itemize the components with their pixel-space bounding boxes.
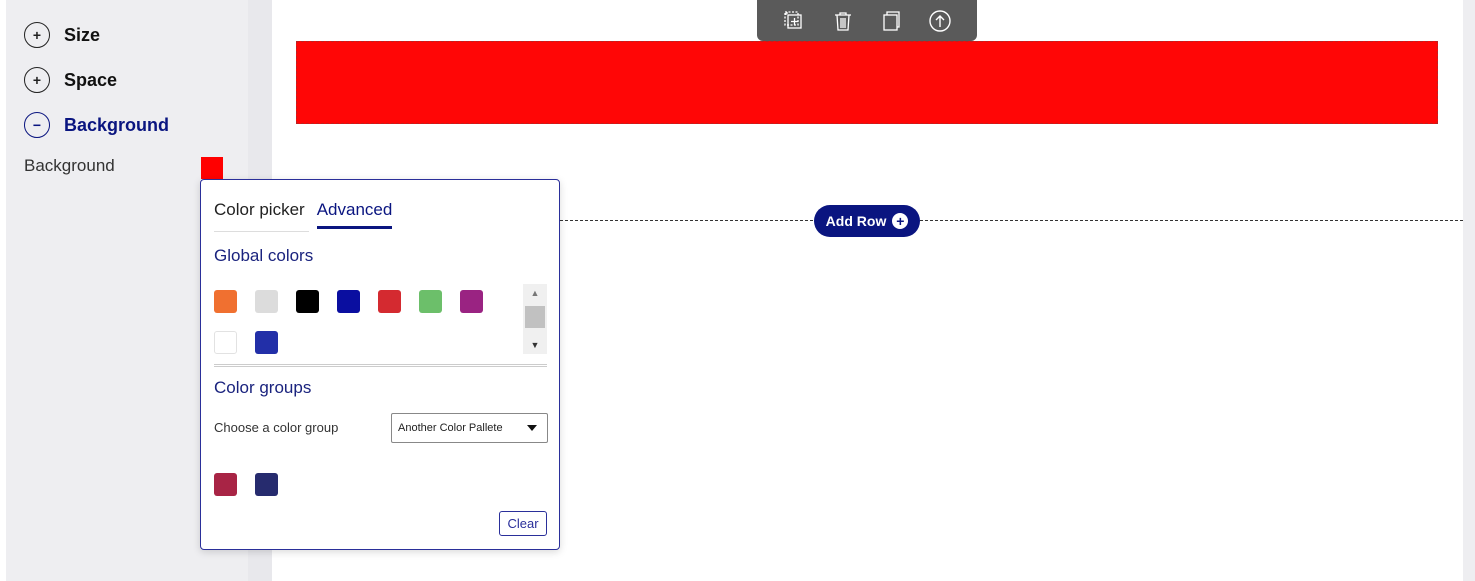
section-label: Space xyxy=(64,69,118,90)
section-divider xyxy=(214,364,547,367)
plus-circle-icon: + xyxy=(892,213,909,229)
scroll-thumb[interactable] xyxy=(525,306,545,328)
expand-icon: + xyxy=(24,67,50,93)
caret-down-icon xyxy=(527,425,537,431)
expand-icon: + xyxy=(24,22,50,48)
scroll-down-icon[interactable]: ▼ xyxy=(523,336,547,354)
duplicate-icon[interactable] xyxy=(876,6,906,36)
popup-tabs: Color picker Advanced xyxy=(214,200,393,229)
choose-group-label: Choose a color group xyxy=(214,420,339,435)
row-toolbar xyxy=(757,0,977,41)
section-label: Size xyxy=(64,24,101,45)
global-color-swatch[interactable] xyxy=(296,290,319,313)
selected-row[interactable] xyxy=(296,41,1438,124)
scroll-up-icon[interactable]: ▲ xyxy=(523,284,547,302)
group-colors-list xyxy=(214,473,278,496)
collapse-icon: − xyxy=(24,112,50,138)
global-color-swatch[interactable] xyxy=(337,290,360,313)
global-color-swatch[interactable] xyxy=(419,290,442,313)
tab-color-picker[interactable]: Color picker xyxy=(214,200,305,229)
color-group-select[interactable]: Another Color Pallete xyxy=(391,413,548,443)
global-color-swatch[interactable] xyxy=(255,290,278,313)
add-block-icon[interactable] xyxy=(779,6,809,36)
add-row-button[interactable]: Add Row + xyxy=(814,205,920,237)
section-label: Background xyxy=(64,114,170,135)
global-colors-list xyxy=(214,290,504,354)
global-color-swatch[interactable] xyxy=(214,331,237,354)
section-space[interactable]: + Space xyxy=(24,67,117,93)
color-groups-heading: Color groups xyxy=(214,378,312,397)
background-label: Background xyxy=(24,156,115,175)
clear-button[interactable]: Clear xyxy=(499,511,547,536)
section-background[interactable]: − Background xyxy=(24,112,169,138)
background-color-swatch[interactable] xyxy=(201,157,223,179)
tab-advanced[interactable]: Advanced xyxy=(316,200,393,229)
group-color-swatch[interactable] xyxy=(255,473,278,496)
selected-group-value: Another Color Pallete xyxy=(398,422,503,434)
section-size[interactable]: + Size xyxy=(24,22,100,48)
trash-icon[interactable] xyxy=(828,6,858,36)
global-color-swatch[interactable] xyxy=(255,331,278,354)
global-color-swatch[interactable] xyxy=(214,290,237,313)
global-color-swatch[interactable] xyxy=(378,290,401,313)
global-colors-heading: Global colors xyxy=(214,246,314,265)
row-divider xyxy=(560,220,1463,221)
global-color-swatch[interactable] xyxy=(460,290,483,313)
group-color-swatch[interactable] xyxy=(214,473,237,496)
canvas-right-edge xyxy=(1463,0,1475,581)
global-colors-scrollbar[interactable]: ▲ ▼ xyxy=(523,284,547,354)
move-up-icon[interactable] xyxy=(925,6,955,36)
add-row-label: Add Row xyxy=(825,213,887,229)
tab-underline xyxy=(214,231,309,232)
color-picker-popup: Color picker Advanced Global colors ▲ ▼ … xyxy=(200,179,560,550)
